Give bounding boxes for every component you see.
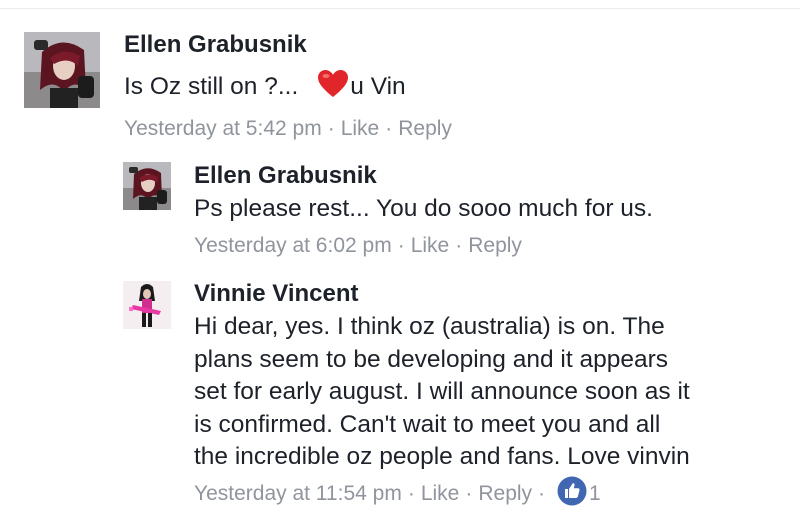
comment-meta: Yesterday at 6:02 pm · Like · Reply — [194, 234, 522, 258]
comment-text-part: u Vin — [350, 73, 406, 100]
avatar[interactable] — [123, 281, 171, 329]
heart-emoji-icon — [318, 70, 349, 108]
avatar[interactable] — [24, 32, 100, 108]
timestamp-link[interactable]: Yesterday at 6:02 pm — [194, 234, 392, 258]
comment-text-line: is confirmed. Can't wait to meet you and… — [194, 410, 661, 438]
separator-dot: · — [407, 482, 415, 505]
separator-dot: · — [397, 234, 405, 257]
separator-dot: · — [385, 117, 393, 140]
comment-meta: Yesterday at 11:54 pm · Like · Reply · 1 — [194, 476, 601, 512]
comment-text-part: Is Oz still on ?... — [124, 73, 299, 100]
comment-author[interactable]: Ellen Grabusnik — [124, 31, 307, 59]
comment-text: Is Oz still on ?... u Vin — [124, 70, 406, 108]
reply-link[interactable]: Reply — [398, 117, 452, 141]
separator-dot: · — [465, 482, 473, 505]
separator-dot: · — [327, 117, 335, 140]
comment-text-line: set for early august. I will announce so… — [194, 378, 690, 405]
avatar[interactable] — [123, 162, 171, 210]
reply-link[interactable]: Reply — [478, 482, 532, 506]
separator-dot: · — [455, 234, 463, 257]
like-link[interactable]: Like — [341, 117, 380, 141]
comment-author[interactable]: Ellen Grabusnik — [194, 162, 377, 190]
reply-link[interactable]: Reply — [468, 234, 522, 258]
comment-text-line: Hi dear, yes. I think oz (australia) is … — [194, 313, 665, 340]
comment-text: Ps please rest... You do sooo much for u… — [194, 195, 653, 222]
comment-author[interactable]: Vinnie Vincent — [194, 280, 359, 308]
top-divider — [0, 8, 800, 9]
thumbs-up-icon — [557, 476, 587, 512]
comment-meta: Yesterday at 5:42 pm · Like · Reply — [124, 117, 452, 141]
avatar-photo — [24, 32, 100, 108]
like-link[interactable]: Like — [421, 482, 460, 506]
comment-text: Hi dear, yes. I think oz (australia) is … — [194, 311, 690, 474]
timestamp-link[interactable]: Yesterday at 11:54 pm — [194, 482, 402, 506]
separator-dot: · — [538, 482, 546, 505]
comment-text-line: the incredible oz people and fans. Love … — [194, 443, 690, 470]
reaction-count: 1 — [589, 482, 601, 505]
timestamp-link[interactable]: Yesterday at 5:42 pm — [124, 117, 322, 141]
like-link[interactable]: Like — [411, 234, 450, 258]
comment-text-line: plans seem to be developing and it appea… — [194, 345, 668, 373]
reaction-summary[interactable]: 1 — [557, 476, 601, 512]
avatar-photo — [123, 281, 171, 329]
avatar-photo — [123, 162, 171, 210]
